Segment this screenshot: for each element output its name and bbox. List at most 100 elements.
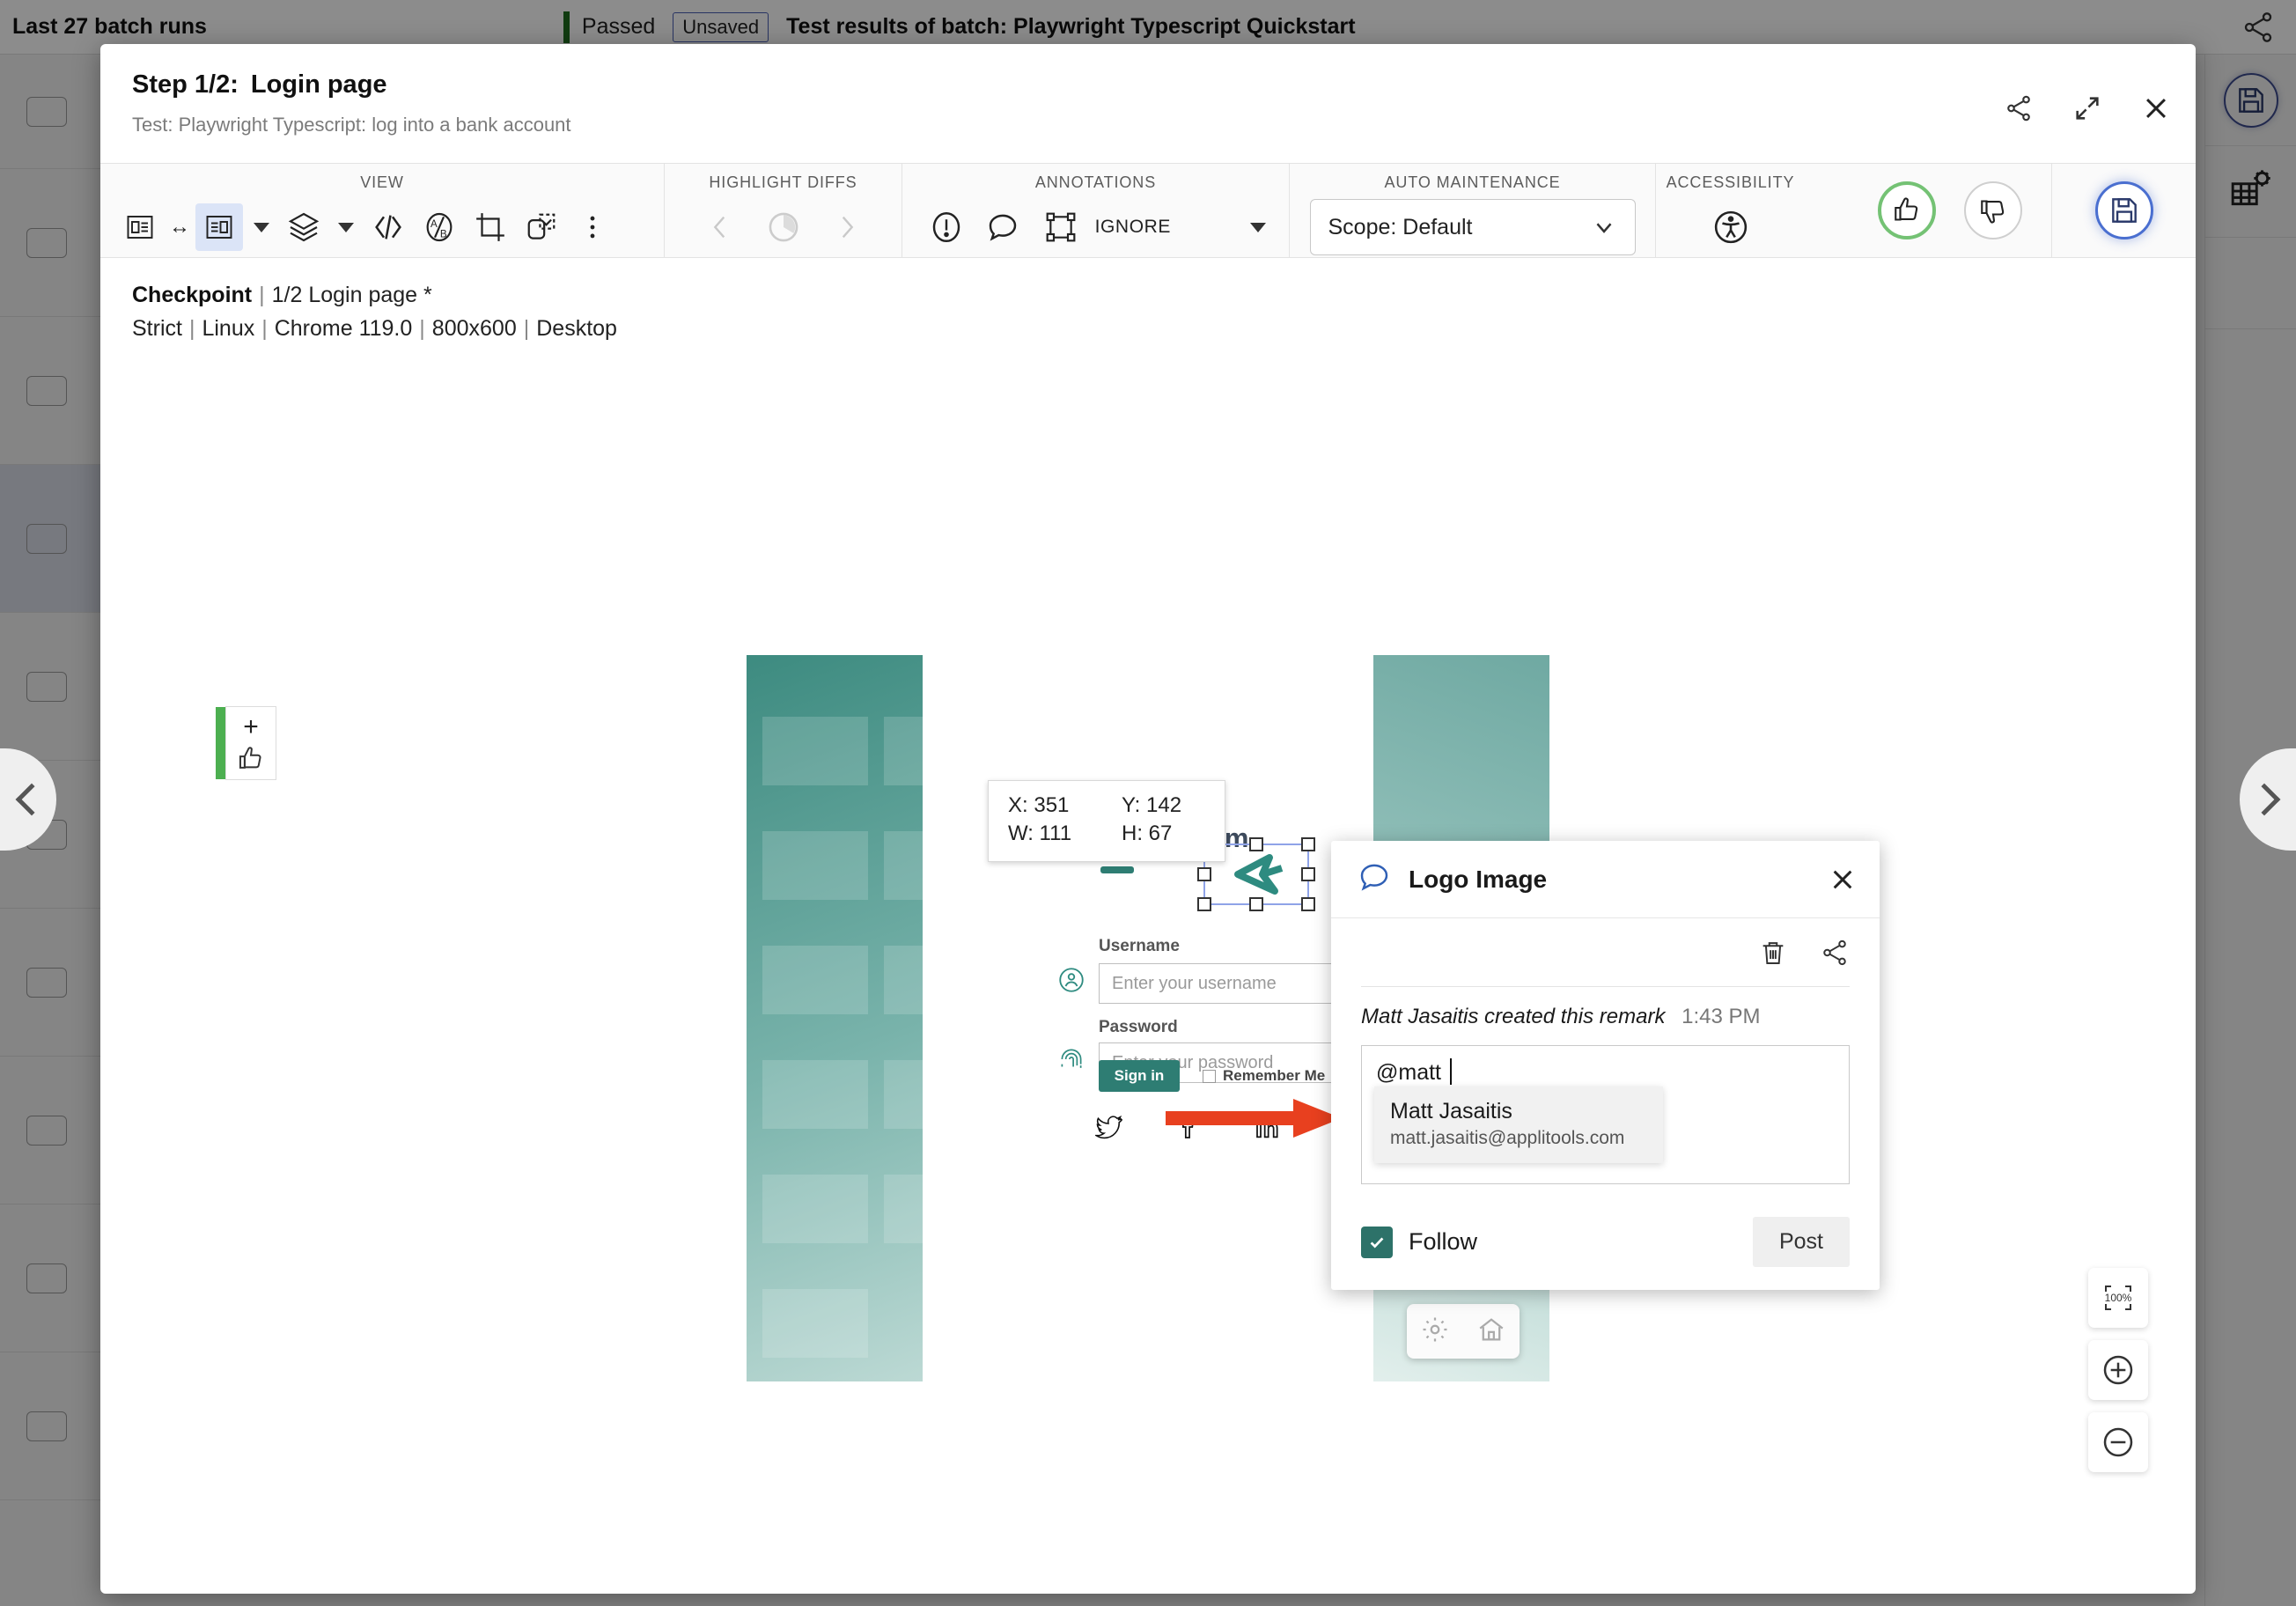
separator: |	[261, 315, 268, 341]
step-counter: Step 1/2:	[132, 70, 239, 99]
remember-me-option[interactable]: Remember Me	[1203, 1067, 1325, 1085]
sign-in-button[interactable]: Sign in	[1099, 1060, 1180, 1092]
comment-icon[interactable]	[982, 203, 1024, 251]
annotations-dropdown-caret-icon[interactable]	[1250, 222, 1267, 232]
resize-handle-n[interactable]	[1249, 837, 1263, 851]
scope-select[interactable]: Scope: Default	[1309, 199, 1636, 255]
remark-header: Logo Image	[1331, 841, 1880, 918]
remark-author-line: Matt Jasaitis created this remark	[1361, 1005, 1666, 1028]
view-dropdown-caret-icon[interactable]	[254, 222, 269, 232]
delete-icon[interactable]	[1758, 938, 1788, 972]
swap-icon[interactable]: ↔	[167, 215, 192, 239]
accept-button[interactable]	[1878, 181, 1936, 239]
skeleton-block	[762, 1289, 868, 1358]
remember-me-checkbox[interactable]	[1203, 1069, 1216, 1083]
ab-compare-icon[interactable]: A B	[416, 203, 463, 251]
fingerprint-icon	[1056, 1044, 1086, 1081]
skeleton-block	[884, 831, 923, 900]
separator: |	[259, 283, 265, 307]
single-view-icon[interactable]	[195, 203, 243, 251]
chevron-left-icon	[15, 783, 48, 816]
diff-donut-icon[interactable]	[760, 203, 807, 251]
toolbar-group-accessibility: ACCESSIBILITY	[1655, 164, 1805, 257]
next-diff-icon[interactable]	[823, 203, 871, 251]
screenshot-floating-actions[interactable]	[1407, 1304, 1520, 1359]
comment-icon	[1356, 858, 1393, 900]
toolbar-group-view: VIEW ↔ A B	[100, 164, 664, 257]
screenshot-viewer: + Login Form	[100, 345, 2196, 1578]
settings-gear-icon[interactable]	[1420, 1315, 1450, 1349]
toolbar-group-save	[2051, 164, 2196, 257]
share-icon[interactable]	[2004, 93, 2034, 128]
modal-subtitle: Test: Playwright Typescript: log into a …	[132, 114, 571, 136]
ignore-region-icon[interactable]	[1040, 203, 1082, 251]
home-icon[interactable]	[1476, 1315, 1506, 1349]
expand-icon[interactable]	[2072, 93, 2102, 128]
accessibility-icon[interactable]	[1707, 203, 1755, 251]
crop-icon[interactable]	[467, 203, 514, 251]
mention-suggestion-item[interactable]: Matt Jasaitis matt.jasaitis@applitools.c…	[1374, 1087, 1663, 1163]
annotation-add-badge[interactable]: +	[216, 706, 276, 780]
checkpoint-label: Checkpoint	[132, 283, 253, 307]
title-underline	[1100, 866, 1134, 873]
coord-x: X: 351	[1008, 793, 1070, 817]
meta-os: Linux	[202, 315, 255, 341]
layers-icon[interactable]	[280, 203, 327, 251]
alert-icon[interactable]	[925, 203, 968, 251]
mention-email: matt.jasaitis@applitools.com	[1390, 1128, 1625, 1148]
skeleton-block	[762, 946, 868, 1014]
resize-handle-se[interactable]	[1301, 897, 1315, 911]
svg-text:B: B	[440, 229, 447, 240]
username-label: Username	[1099, 937, 1180, 955]
follow-toggle[interactable]: Follow	[1361, 1226, 1477, 1258]
separator: |	[188, 315, 195, 341]
resize-handle-s[interactable]	[1249, 897, 1263, 911]
remark-meta: Matt Jasaitis created this remark 1:43 P…	[1331, 987, 1880, 1029]
modal-header: Step 1/2: Login page Test: Playwright Typ…	[100, 44, 2196, 147]
meta-viewport: 800x600	[431, 315, 517, 341]
region-coordinates-tooltip: X: 351 Y: 142 W: 111 H: 67	[988, 780, 1225, 862]
skeleton-block	[762, 1060, 868, 1129]
resize-handle-w[interactable]	[1197, 867, 1211, 881]
toolbar-group-highlight-diffs: HIGHLIGHT DIFFS	[664, 164, 901, 257]
save-icon	[2111, 198, 2137, 223]
twitter-icon[interactable]	[1093, 1113, 1123, 1148]
resize-handle-e[interactable]	[1301, 867, 1315, 881]
close-icon[interactable]	[2141, 93, 2171, 128]
meta-browser: Chrome 119.0	[274, 315, 413, 341]
code-icon[interactable]	[364, 203, 412, 251]
login-card: Login Form Username Enter your username …	[923, 655, 1389, 1381]
layers-dropdown-caret-icon[interactable]	[338, 222, 354, 232]
remark-time: 1:43 PM	[1682, 1005, 1761, 1028]
zoom-fit-button[interactable]: 100%	[2088, 1268, 2148, 1328]
page-title: Step 1/2: Login page	[132, 70, 2164, 99]
toolbar-group-label: VIEW	[360, 173, 404, 191]
skeleton-block	[884, 717, 923, 785]
checkpoint-meta-line: Strict | Linux | Chrome 119.0 | 800x600 | Deskto…	[132, 313, 2164, 346]
zoom-in-button[interactable]	[2088, 1340, 2148, 1400]
resize-handle-sw[interactable]	[1197, 897, 1211, 911]
select-region-icon[interactable]	[518, 203, 565, 251]
remark-input[interactable]: @matt Matt Jasaitis matt.jasaitis@applit…	[1361, 1045, 1850, 1184]
zoom-out-button[interactable]	[2088, 1412, 2148, 1472]
remark-panel: Logo Image Matt Jasaitis created this re…	[1331, 841, 1880, 1290]
highlight-arrow-icon	[1166, 1092, 1342, 1149]
post-button[interactable]: Post	[1752, 1217, 1850, 1267]
share-icon[interactable]	[1820, 938, 1850, 972]
checkpoint-info: Checkpoint | 1/2 Login page * Strict | Linux…	[100, 258, 2196, 345]
check-icon	[1370, 1236, 1384, 1249]
thumbs-down-icon	[1981, 200, 2005, 224]
plus-icon: +	[243, 712, 259, 741]
reject-button[interactable]	[1964, 181, 2022, 239]
follow-checkbox[interactable]	[1361, 1226, 1393, 1258]
resize-handle-ne[interactable]	[1301, 837, 1315, 851]
side-by-side-view-icon[interactable]	[116, 203, 164, 251]
chevron-right-icon	[2248, 783, 2281, 816]
close-icon[interactable]	[1829, 866, 1857, 898]
prev-diff-icon[interactable]	[696, 203, 744, 251]
more-options-icon[interactable]	[569, 203, 616, 251]
toolbar-group-label: HIGHLIGHT DIFFS	[709, 173, 857, 191]
chevron-down-icon	[1596, 223, 1611, 233]
save-button[interactable]	[2094, 181, 2153, 239]
skeleton-block	[762, 831, 868, 900]
